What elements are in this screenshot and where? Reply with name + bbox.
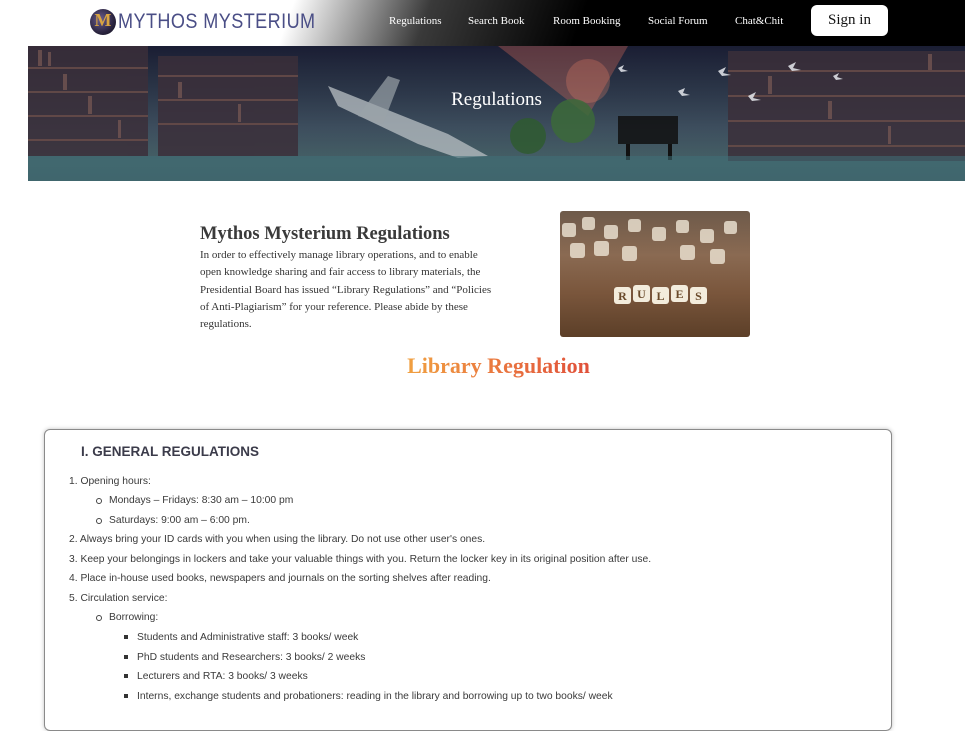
svg-text:E: E — [675, 287, 683, 301]
list-item: 2. Always bring your ID cards with you w… — [69, 534, 486, 545]
list-item: Borrowing: — [109, 612, 159, 623]
hero-banner: Regulations — [28, 46, 965, 181]
site-logo[interactable]: M MYTHOS MYSTERIUM — [90, 8, 348, 36]
nav-chat-chit[interactable]: Chat&Chit — [735, 15, 783, 27]
intro-paragraph: In order to effectively manage library o… — [200, 249, 492, 331]
bullet-circle-icon — [96, 615, 102, 621]
nav-room-booking[interactable]: Room Booking — [553, 15, 621, 27]
svg-text:R: R — [618, 289, 627, 303]
library-scene-image — [28, 46, 965, 181]
list-item: PhD students and Researchers: 3 books/ 2… — [137, 652, 366, 663]
banner-title: Regulations — [451, 89, 542, 110]
bullet-square-icon — [124, 635, 128, 639]
logo-text: MYTHOS MYSTERIUM — [118, 10, 316, 33]
bullet-square-icon — [124, 674, 128, 678]
library-regulation-title: Library Regulation — [407, 353, 590, 378]
list-item: Saturdays: 9:00 am – 6:00 pm. — [109, 515, 250, 526]
logo-emblem-icon: M — [90, 9, 116, 35]
nav-social-forum[interactable]: Social Forum — [648, 15, 708, 27]
intro-title: Mythos Mysterium Regulations — [200, 224, 450, 244]
rules-dice-image: RULES — [560, 211, 750, 337]
svg-text:U: U — [637, 287, 646, 301]
list-item: Interns, exchange students and probation… — [137, 691, 613, 702]
list-item: Lecturers and RTA: 3 books/ 3 weeks — [137, 671, 308, 682]
list-item: Mondays – Fridays: 8:30 am – 10:00 pm — [109, 495, 294, 506]
bullet-circle-icon — [96, 498, 102, 504]
svg-text:L: L — [656, 289, 664, 303]
svg-text:S: S — [695, 289, 702, 303]
general-regulations-heading: I. GENERAL REGULATIONS — [81, 444, 260, 459]
nav-search-book[interactable]: Search Book — [468, 15, 525, 27]
bullet-square-icon — [124, 655, 128, 659]
nav-regulations[interactable]: Regulations — [389, 15, 442, 27]
list-item: 1. Opening hours: — [69, 476, 151, 487]
list-item: 4. Place in-house used books, newspapers… — [69, 573, 491, 584]
list-item: 5. Circulation service: — [69, 593, 168, 604]
list-item: Students and Administrative staff: 3 boo… — [137, 632, 359, 643]
bullet-square-icon — [124, 694, 128, 698]
sign-in-button[interactable]: Sign in — [811, 5, 888, 36]
list-item: 3. Keep your belongings in lockers and t… — [69, 554, 652, 565]
bullet-circle-icon — [96, 518, 102, 524]
top-navbar: M MYTHOS MYSTERIUM Regulations Search Bo… — [0, 0, 965, 46]
